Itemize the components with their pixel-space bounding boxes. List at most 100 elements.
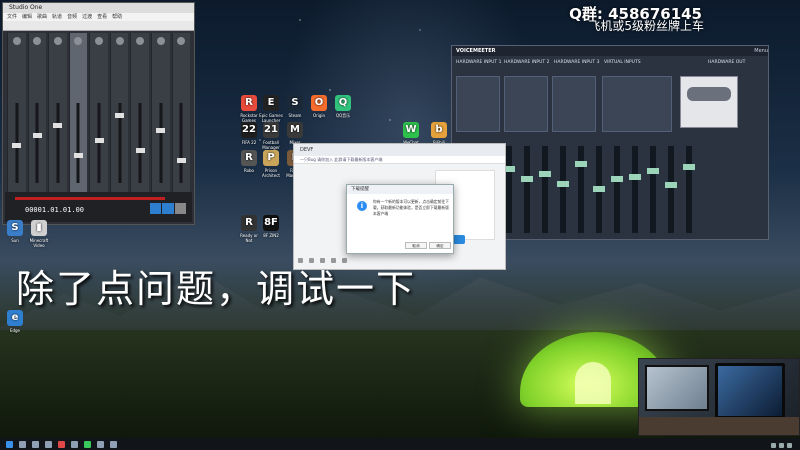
explorer-icon[interactable] bbox=[45, 440, 52, 448]
input-panel[interactable] bbox=[456, 76, 500, 132]
vm-fader[interactable] bbox=[611, 146, 623, 233]
vm-fader-cap[interactable] bbox=[611, 176, 623, 182]
desktop-icon[interactable]: P Prison Architect bbox=[258, 150, 284, 178]
desktop-icon[interactable]: ▮ Minecraft Video bbox=[26, 220, 52, 248]
fader-cap[interactable] bbox=[135, 148, 145, 153]
desktop-icon[interactable]: E Epic Games Launcher bbox=[258, 95, 284, 123]
start-icon[interactable] bbox=[6, 440, 13, 448]
mixer-channel-strip[interactable] bbox=[130, 33, 149, 195]
mixer-channel-strip[interactable] bbox=[89, 33, 108, 195]
vm-fader-cap[interactable] bbox=[629, 174, 641, 180]
channel-fader[interactable] bbox=[32, 103, 42, 183]
pan-knob[interactable] bbox=[12, 37, 21, 45]
desktop-icon[interactable]: S Sun bbox=[2, 220, 28, 243]
mixer-channel-strip[interactable] bbox=[48, 33, 67, 195]
taskview-icon[interactable] bbox=[32, 440, 39, 448]
fader-cap[interactable] bbox=[156, 128, 166, 133]
desktop-icon[interactable]: O Origin bbox=[306, 95, 332, 118]
desktop-icon[interactable]: WWeChat bbox=[398, 122, 424, 145]
fader-cap[interactable] bbox=[94, 138, 104, 143]
vm-fader[interactable] bbox=[647, 146, 659, 233]
desktop-icon[interactable]: 8F 8F ZIN2 bbox=[258, 215, 284, 238]
daw-menu-item[interactable]: 歌曲 bbox=[37, 13, 47, 21]
channel-fader[interactable] bbox=[115, 103, 125, 183]
daw-window[interactable]: Studio One 文件 编辑 歌曲 轨道 音频 过渡 查看 帮助 00001… bbox=[2, 2, 195, 225]
mixer-channel-strip[interactable] bbox=[68, 33, 88, 195]
vm-fader[interactable] bbox=[521, 146, 533, 233]
desktop-icon[interactable]: 21 Football Manager bbox=[258, 122, 284, 150]
app-icon[interactable] bbox=[71, 440, 78, 448]
daw-menu-item[interactable]: 帮助 bbox=[112, 13, 122, 21]
fader-cap[interactable] bbox=[176, 158, 186, 163]
vm-fader-cap[interactable] bbox=[593, 186, 605, 192]
vm-fader[interactable] bbox=[683, 146, 695, 233]
vm-fader[interactable] bbox=[539, 146, 551, 233]
app-icon[interactable] bbox=[84, 440, 91, 448]
input-panel[interactable] bbox=[504, 76, 548, 132]
system-tray[interactable] bbox=[771, 443, 792, 448]
channel-fader[interactable] bbox=[156, 103, 166, 183]
daw-menu-item[interactable]: 查看 bbox=[97, 13, 107, 21]
fader-cap[interactable] bbox=[32, 133, 42, 138]
channel-fader[interactable] bbox=[135, 103, 145, 183]
desktop-icon[interactable]: MMixer bbox=[282, 122, 308, 145]
fader-cap[interactable] bbox=[115, 113, 125, 118]
pan-knob[interactable] bbox=[115, 37, 124, 45]
pan-knob[interactable] bbox=[156, 37, 165, 45]
update-dialog[interactable]: 下载提醒 i 你有一个新的版本可以更新，点击确定前往下载，获取最新功能体验，是否… bbox=[346, 184, 454, 254]
vm-fader-cap[interactable] bbox=[647, 168, 659, 174]
app-icon[interactable] bbox=[58, 440, 65, 448]
vm-fader[interactable] bbox=[593, 146, 605, 233]
daw-menu-item[interactable]: 编辑 bbox=[22, 13, 32, 21]
pan-knob[interactable] bbox=[177, 37, 186, 45]
virtual-panel[interactable] bbox=[602, 76, 672, 132]
mixer-channel-strip[interactable] bbox=[7, 33, 26, 195]
desktop-icon[interactable]: bBilibili bbox=[426, 122, 452, 145]
channel-fader[interactable] bbox=[12, 103, 22, 183]
pan-knob[interactable] bbox=[53, 37, 62, 45]
fader-cap[interactable] bbox=[53, 123, 63, 128]
vm-fader-cap[interactable] bbox=[665, 182, 677, 188]
desktop-icon[interactable]: S Steam bbox=[282, 95, 308, 118]
daw-menu-item[interactable]: 轨道 bbox=[52, 13, 62, 21]
vm-fader[interactable] bbox=[557, 146, 569, 233]
mixer-channel-strip[interactable] bbox=[109, 33, 129, 195]
tape-recorder[interactable] bbox=[680, 76, 738, 128]
tray-icon[interactable] bbox=[771, 443, 776, 448]
input-panel[interactable] bbox=[552, 76, 596, 132]
vm-fader-cap[interactable] bbox=[575, 161, 587, 167]
vm-fader[interactable] bbox=[629, 146, 641, 233]
vm-fader-cap[interactable] bbox=[539, 171, 551, 177]
mixer-channel-strip[interactable] bbox=[150, 33, 170, 195]
mixer-channel-strip[interactable] bbox=[171, 33, 191, 195]
daw-menu-item[interactable]: 过渡 bbox=[82, 13, 92, 21]
pan-knob[interactable] bbox=[136, 37, 145, 45]
voicemeeter-menu[interactable]: Menu bbox=[754, 46, 768, 56]
dialog-cancel-button[interactable]: 取消 bbox=[405, 242, 427, 249]
desktop-icon[interactable]: e Edge bbox=[2, 310, 28, 333]
app-icon[interactable] bbox=[97, 440, 104, 448]
fader-cap[interactable] bbox=[12, 143, 22, 148]
app-icon[interactable] bbox=[110, 440, 117, 448]
vm-fader[interactable] bbox=[665, 146, 677, 233]
vm-fader-cap[interactable] bbox=[521, 176, 533, 182]
pan-knob[interactable] bbox=[95, 37, 104, 45]
daw-menu-item[interactable]: 音频 bbox=[67, 13, 77, 21]
vm-fader-cap[interactable] bbox=[683, 164, 695, 170]
vm-fader-cap[interactable] bbox=[557, 181, 569, 187]
desktop-icon[interactable]: Q QQ音乐 bbox=[330, 95, 356, 119]
fader-cap[interactable] bbox=[73, 153, 83, 158]
tray-icon[interactable] bbox=[787, 443, 792, 448]
daw-menu-item[interactable]: 文件 bbox=[7, 13, 17, 21]
channel-fader[interactable] bbox=[176, 103, 186, 183]
mixer-channel-strip[interactable] bbox=[27, 33, 47, 195]
dialog-ok-button[interactable]: 确定 bbox=[429, 242, 451, 249]
pan-knob[interactable] bbox=[74, 37, 83, 45]
search-icon[interactable] bbox=[19, 440, 26, 448]
pan-knob[interactable] bbox=[33, 37, 42, 45]
channel-fader[interactable] bbox=[73, 103, 83, 183]
vm-fader[interactable] bbox=[575, 146, 587, 233]
channel-fader[interactable] bbox=[94, 103, 104, 183]
channel-fader[interactable] bbox=[53, 103, 63, 183]
tray-icon[interactable] bbox=[779, 443, 784, 448]
